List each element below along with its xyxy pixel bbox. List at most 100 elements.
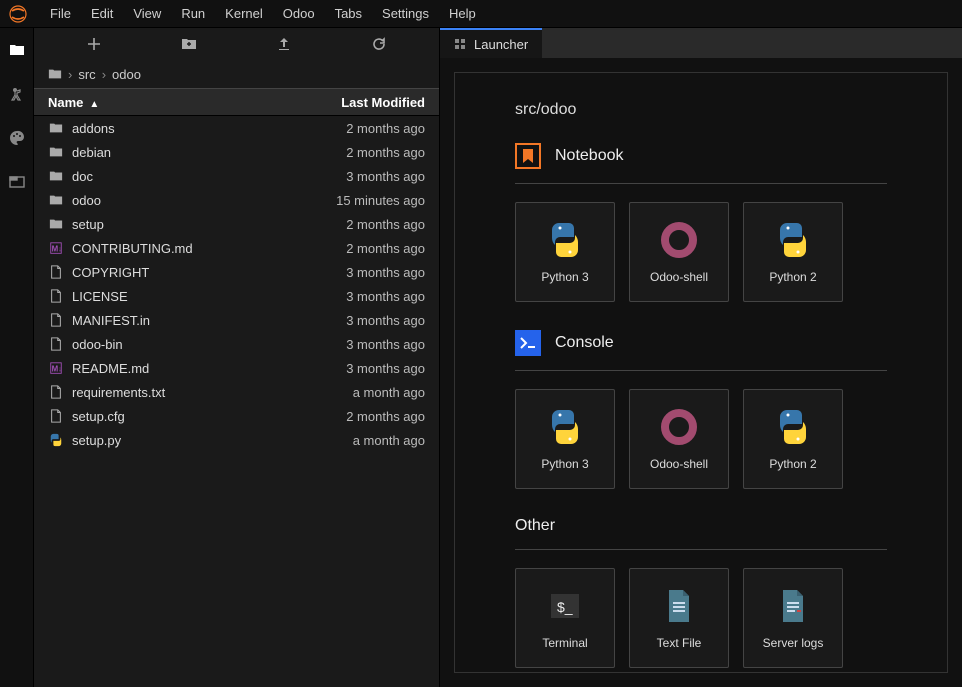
folder-icon[interactable] [7,40,27,60]
top-menu-bar: FileEditViewRunKernelOdooTabsSettingsHel… [0,0,962,28]
file-row[interactable]: setup.cfg 2 months ago [34,404,439,428]
running-icon[interactable] [7,84,27,104]
launcher-section: Console Python 3 Odoo-shell Python 2 [515,330,887,489]
file-modified: 2 months ago [305,121,425,136]
card-label: Python 2 [769,270,816,284]
launcher-card-python-2[interactable]: Python 2 [743,202,843,302]
card-label: Python 2 [769,457,816,471]
menu-kernel[interactable]: Kernel [215,2,273,25]
palette-icon[interactable] [7,128,27,148]
launcher-card-server-logs[interactable]: Server logs [743,568,843,668]
textfile-icon [659,586,699,626]
file-modified: 15 minutes ago [305,193,425,208]
file-icon [48,408,64,424]
menu-help[interactable]: Help [439,2,486,25]
file-icon [48,312,64,328]
file-row[interactable]: COPYRIGHT 3 months ago [34,260,439,284]
file-modified: a month ago [305,433,425,448]
file-name: setup.cfg [72,409,305,424]
menu-view[interactable]: View [123,2,171,25]
file-row[interactable]: debian 2 months ago [34,140,439,164]
file-modified: 3 months ago [305,169,425,184]
breadcrumb-separator: › [68,67,72,82]
file-modified: 3 months ago [305,313,425,328]
launcher-card-terminal[interactable]: $_ Terminal [515,568,615,668]
file-row[interactable]: MANIFEST.in 3 months ago [34,308,439,332]
breadcrumb[interactable]: › src › odoo [34,60,439,88]
launcher-card-odoo-shell[interactable]: Odoo-shell [629,389,729,489]
file-row[interactable]: odoo-bin 3 months ago [34,332,439,356]
svg-text:M↓: M↓ [52,365,62,374]
section-title: Other [515,517,555,535]
launcher-card-python-3[interactable]: Python 3 [515,202,615,302]
new-folder-icon[interactable] [179,34,199,54]
file-modified: 2 months ago [305,217,425,232]
modified-column-header[interactable]: Last Modified [305,95,425,110]
divider [515,549,887,550]
odoo-icon [659,407,699,447]
menu-edit[interactable]: Edit [81,2,123,25]
launcher-card-python-3[interactable]: Python 3 [515,389,615,489]
launcher-area: Launcher src/odoo Notebook Python 3 Odoo… [440,28,962,687]
tab-bar-empty [542,28,962,58]
file-name: addons [72,121,305,136]
name-column-header[interactable]: Name [48,95,83,110]
breadcrumb-item[interactable]: odoo [112,67,141,82]
file-name: requirements.txt [72,385,305,400]
file-list: addons 2 months ago debian 2 months ago … [34,116,439,687]
python-icon [773,407,813,447]
section-header: Other [515,517,887,535]
file-name: CONTRIBUTING.md [72,241,305,256]
card-label: Server logs [763,636,824,650]
file-row[interactable]: M↓ CONTRIBUTING.md 2 months ago [34,236,439,260]
file-name: odoo-bin [72,337,305,352]
file-row[interactable]: setup 2 months ago [34,212,439,236]
breadcrumb-item[interactable]: src [78,67,95,82]
file-row[interactable]: M↓ README.md 3 months ago [34,356,439,380]
launcher-card-python-2[interactable]: Python 2 [743,389,843,489]
notebook-icon [515,143,541,169]
launcher-card-odoo-shell[interactable]: Odoo-shell [629,202,729,302]
card-label: Python 3 [541,457,588,471]
card-label: Odoo-shell [650,270,708,284]
menu-settings[interactable]: Settings [372,2,439,25]
launcher-content: src/odoo Notebook Python 3 Odoo-shell Py… [454,72,948,673]
menu-file[interactable]: File [40,2,81,25]
tabs-icon[interactable] [7,172,27,192]
section-title: Console [555,334,614,352]
file-name: COPYRIGHT [72,265,305,280]
file-modified: 2 months ago [305,145,425,160]
file-icon [48,264,64,280]
new-icon[interactable] [84,34,104,54]
file-browser-panel: › src › odoo Name▲ Last Modified addons … [34,28,440,687]
refresh-icon[interactable] [369,34,389,54]
menu-tabs[interactable]: Tabs [325,2,372,25]
launcher-card-text-file[interactable]: Text File [629,568,729,668]
file-name: setup [72,217,305,232]
file-row[interactable]: requirements.txt a month ago [34,380,439,404]
launcher-section: Other $_ Terminal Text File Server logs [515,517,887,668]
jupyter-logo [8,4,28,24]
launcher-tab[interactable]: Launcher [440,28,542,58]
file-row[interactable]: odoo 15 minutes ago [34,188,439,212]
tab-bar: Launcher [440,28,962,58]
file-list-header[interactable]: Name▲ Last Modified [34,88,439,116]
file-name: README.md [72,361,305,376]
file-modified: a month ago [305,385,425,400]
file-name: odoo [72,193,305,208]
file-row[interactable]: setup.py a month ago [34,428,439,452]
console-icon [515,330,541,356]
folder-icon [48,216,64,232]
menu-run[interactable]: Run [171,2,215,25]
file-row[interactable]: addons 2 months ago [34,116,439,140]
file-name: MANIFEST.in [72,313,305,328]
file-row[interactable]: LICENSE 3 months ago [34,284,439,308]
breadcrumb-separator: › [102,67,106,82]
file-icon [48,384,64,400]
file-modified: 3 months ago [305,289,425,304]
folder-icon [48,192,64,208]
menu-odoo[interactable]: Odoo [273,2,325,25]
upload-icon[interactable] [274,34,294,54]
file-modified: 3 months ago [305,265,425,280]
file-row[interactable]: doc 3 months ago [34,164,439,188]
